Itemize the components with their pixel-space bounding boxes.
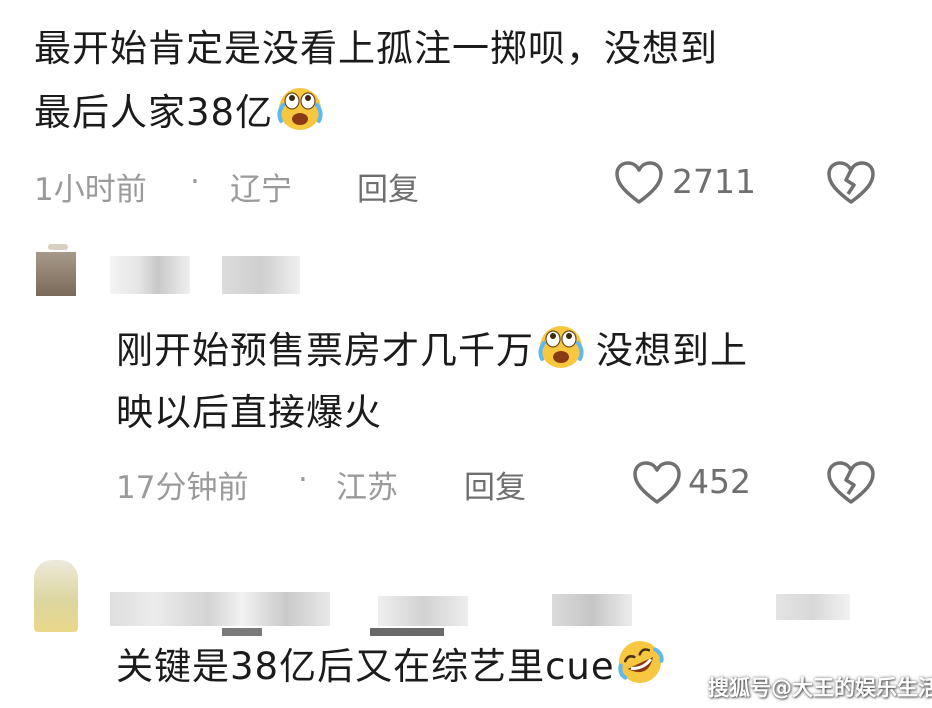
heart-outline-icon[interactable] — [632, 460, 682, 506]
username-blur-2 — [222, 256, 300, 294]
avatar[interactable] — [34, 560, 78, 632]
laugh-cry-emoji — [538, 326, 584, 368]
rofl-emoji — [618, 641, 664, 683]
comment-1-location: 辽宁 — [230, 172, 292, 208]
comment-2-text-line-1-part-a: 刚开始预售票房才几千万 — [116, 329, 534, 372]
avatar-top — [48, 244, 68, 250]
comment-2-dot: · — [298, 462, 308, 498]
watermark: 搜狐号@大王的娱乐生活 — [708, 676, 932, 700]
comment-2-like-count: 452 — [688, 462, 751, 501]
username-blur-4 — [552, 594, 632, 626]
comment-1-dot: · — [190, 164, 200, 200]
laugh-cry-emoji — [277, 88, 323, 130]
comment-2-text-line-2: 映以后直接爆火 — [116, 391, 382, 434]
comment-3-text-line-1-content: 关键是38亿后又在综艺里cue — [116, 645, 615, 688]
comment-3-text-line-1: 关键是38亿后又在综艺里cue — [116, 636, 667, 698]
comment-1-text-line-1: 最开始肯定是没看上孤注一掷呗，没想到 — [34, 27, 718, 70]
username-blur-5 — [776, 594, 850, 620]
username-blur — [110, 592, 330, 626]
comment-2-text-line-1: 刚开始预售票房才几千万 没想到上 — [116, 320, 748, 382]
comment-2-time: 17分钟前 — [116, 470, 249, 506]
comment-1-text-line-2: 最后人家38亿 — [34, 82, 327, 144]
avatar[interactable] — [36, 252, 76, 296]
comment-2-reply-button[interactable]: 回复 — [464, 462, 526, 507]
heart-outline-icon[interactable] — [614, 160, 664, 206]
username-blur — [110, 256, 190, 294]
comment-1-reply-button[interactable]: 回复 — [357, 164, 419, 209]
comment-2-location: 江苏 — [336, 470, 398, 506]
broken-heart-icon[interactable] — [826, 460, 876, 506]
comment-2-text-line-1-part-b: 没想到上 — [596, 329, 748, 372]
username-blur-dark — [222, 628, 262, 636]
comment-1-like-count: 2711 — [672, 162, 756, 201]
username-blur-3 — [378, 596, 468, 626]
broken-heart-icon[interactable] — [826, 160, 876, 206]
username-blur-dark-2 — [370, 628, 444, 636]
comment-1-text-line-2-content: 最后人家38亿 — [34, 91, 274, 134]
comment-1-time: 1小时前 — [34, 172, 147, 208]
